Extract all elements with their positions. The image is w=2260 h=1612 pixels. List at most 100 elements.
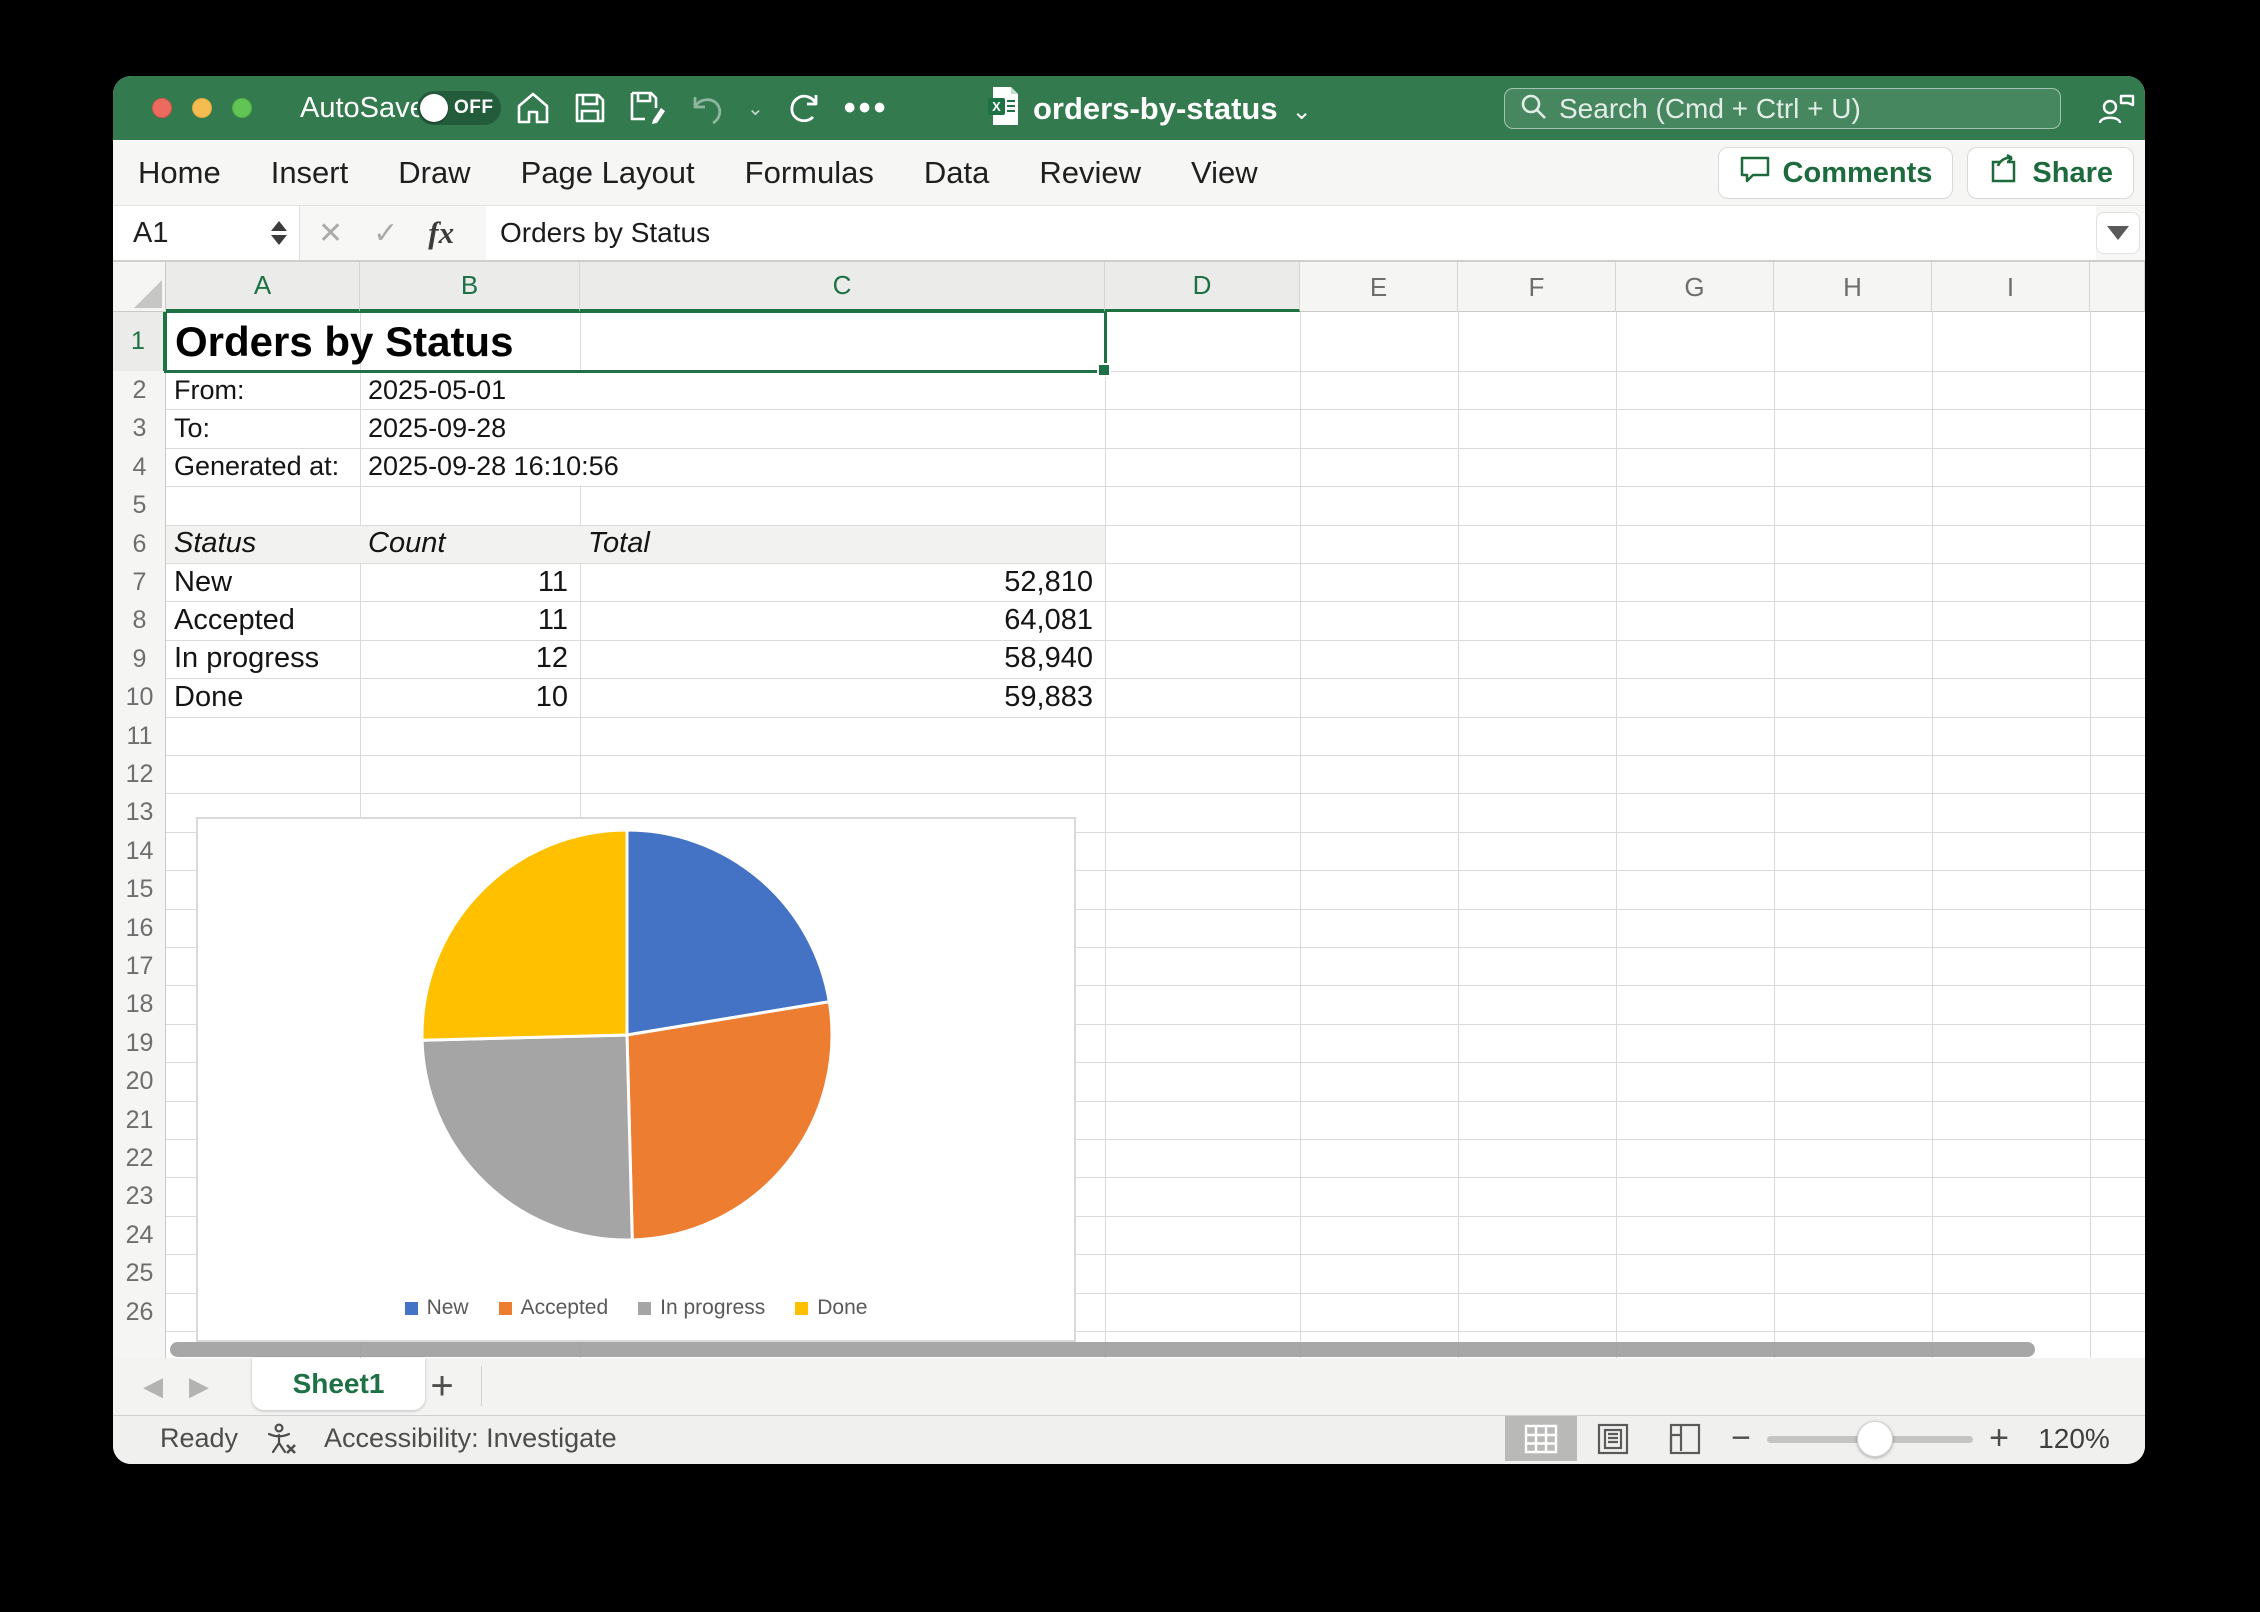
row-header-7[interactable]: 7 (113, 563, 166, 601)
legend-item-new[interactable]: New (405, 1296, 469, 1320)
row-header-2[interactable]: 2 (113, 371, 166, 409)
row-header-12[interactable]: 12 (113, 755, 166, 793)
ribbon-tab-formulas[interactable]: Formulas (745, 155, 874, 191)
ribbon-tab-data[interactable]: Data (924, 155, 989, 191)
row-header-13[interactable]: 13 (113, 793, 166, 831)
column-header-H[interactable]: H (1774, 262, 1932, 312)
cancel-entry-icon[interactable]: ✕ (318, 216, 343, 251)
column-header-B[interactable]: B (360, 262, 580, 312)
pie-slice-new[interactable] (627, 830, 829, 1035)
name-box[interactable]: A1 (113, 206, 300, 260)
ribbon-tab-draw[interactable]: Draw (398, 155, 470, 191)
more-commands-icon[interactable]: ••• (844, 88, 889, 128)
normal-view-button[interactable] (1505, 1416, 1577, 1461)
confirm-entry-icon[interactable]: ✓ (373, 216, 398, 251)
fill-handle[interactable] (1097, 363, 1111, 377)
pie-chart[interactable]: NewAcceptedIn progressDone (196, 817, 1076, 1342)
ribbon-tab-review[interactable]: Review (1039, 155, 1141, 191)
cell-total[interactable]: 58,940 (580, 641, 1093, 677)
cell-value-b2[interactable]: 2025-05-01 (368, 372, 512, 408)
table-header-count[interactable]: Count (368, 526, 445, 562)
ribbon-tab-page-layout[interactable]: Page Layout (521, 155, 695, 191)
page-break-preview-button[interactable] (1649, 1416, 1721, 1461)
cell-label-a2[interactable]: From: (174, 372, 245, 408)
legend-item-in-progress[interactable]: In progress (638, 1296, 765, 1320)
cell-status-accepted[interactable]: Accepted (174, 602, 295, 638)
zoom-out-button[interactable]: − (1721, 1419, 1761, 1458)
row-header-9[interactable]: 9 (113, 640, 166, 678)
ribbon-tab-insert[interactable]: Insert (271, 155, 349, 191)
insert-function-icon[interactable]: fx (428, 215, 454, 251)
pie-slice-accepted[interactable] (627, 1002, 832, 1240)
row-header-15[interactable]: 15 (113, 870, 166, 908)
cell-count[interactable]: 11 (360, 564, 568, 600)
zoom-in-button[interactable]: + (1979, 1419, 2019, 1458)
column-header-I[interactable]: I (1932, 262, 2090, 312)
cell-value-b3[interactable]: 2025-09-28 (368, 410, 512, 446)
row-header-24[interactable]: 24 (113, 1216, 166, 1254)
row-header-10[interactable]: 10 (113, 678, 166, 716)
horizontal-scrollbar[interactable] (170, 1342, 2035, 1357)
row-header-23[interactable]: 23 (113, 1177, 166, 1215)
cell-total[interactable]: 59,883 (580, 679, 1093, 715)
row-header-4[interactable]: 4 (113, 448, 166, 486)
search-input[interactable]: Search (Cmd + Ctrl + U) (1504, 88, 2061, 129)
zoom-slider[interactable] (1767, 1416, 1973, 1461)
row-header-17[interactable]: 17 (113, 947, 166, 985)
row-header-26[interactable]: 26 (113, 1293, 166, 1331)
cell-status-in-progress[interactable]: In progress (174, 641, 319, 677)
zoom-level[interactable]: 120% (2019, 1423, 2129, 1455)
formula-bar-expand-button[interactable] (2096, 212, 2140, 254)
save-icon[interactable] (573, 91, 607, 125)
row-header-25[interactable]: 25 (113, 1254, 166, 1292)
column-header-F[interactable]: F (1458, 262, 1616, 312)
column-header-C[interactable]: C (580, 262, 1105, 312)
add-sheet-button[interactable]: + (413, 1358, 471, 1415)
column-header-A[interactable]: A (166, 262, 360, 312)
share-button[interactable]: Share (1967, 147, 2134, 199)
cell-total[interactable]: 64,081 (580, 602, 1093, 638)
row-header-1[interactable]: 1 (113, 312, 166, 371)
next-sheet-icon[interactable]: ▶ (189, 1371, 209, 1402)
save-as-icon[interactable] (629, 90, 667, 126)
ribbon-tab-view[interactable]: View (1191, 155, 1258, 191)
row-header-21[interactable]: 21 (113, 1101, 166, 1139)
cell-label-a3[interactable]: To: (174, 410, 210, 446)
pie-slice-in-progress[interactable] (422, 1035, 632, 1240)
undo-dropdown-icon[interactable]: ⌄ (747, 96, 764, 121)
cell-status-done[interactable]: Done (174, 679, 243, 715)
cell-count[interactable]: 12 (360, 641, 568, 677)
prev-sheet-icon[interactable]: ◀ (143, 1371, 163, 1402)
table-header-status[interactable]: Status (174, 526, 256, 562)
formula-input[interactable]: Orders by Status (486, 206, 2096, 260)
row-header-11[interactable]: 11 (113, 717, 166, 755)
page-layout-view-button[interactable] (1577, 1416, 1649, 1461)
cell-total[interactable]: 52,810 (580, 564, 1093, 600)
home-icon[interactable] (515, 90, 551, 126)
cell-status-new[interactable]: New (174, 564, 232, 600)
table-header-total[interactable]: Total (588, 526, 650, 562)
row-header-20[interactable]: 20 (113, 1062, 166, 1100)
presence-people-icon[interactable] (2097, 90, 2135, 131)
selected-cell-a1[interactable]: Orders by Status (164, 312, 1107, 373)
minimize-button[interactable] (192, 98, 212, 118)
cell-label-a4[interactable]: Generated at: (174, 449, 339, 485)
cell-count[interactable]: 11 (360, 602, 568, 638)
cell-count[interactable]: 10 (360, 679, 568, 715)
row-header-3[interactable]: 3 (113, 409, 166, 447)
row-header-5[interactable]: 5 (113, 486, 166, 524)
ribbon-tab-home[interactable]: Home (138, 155, 221, 191)
legend-item-done[interactable]: Done (795, 1296, 867, 1320)
cells-area[interactable]: 1234567891011121314151617181920212223242… (113, 312, 2145, 1358)
zoom-slider-thumb[interactable] (1857, 1421, 1893, 1457)
column-header-D[interactable]: D (1105, 262, 1300, 312)
comments-button[interactable]: Comments (1718, 147, 1954, 199)
row-header-22[interactable]: 22 (113, 1139, 166, 1177)
column-header-E[interactable]: E (1300, 262, 1458, 312)
cell-value-b4[interactable]: 2025-09-28 16:10:56 (368, 449, 625, 485)
redo-icon[interactable] (786, 90, 822, 126)
autosave-toggle[interactable]: OFF (417, 91, 501, 125)
column-header-G[interactable]: G (1616, 262, 1774, 312)
row-header-8[interactable]: 8 (113, 601, 166, 639)
sheet-tab-sheet1[interactable]: Sheet1 (252, 1358, 425, 1410)
